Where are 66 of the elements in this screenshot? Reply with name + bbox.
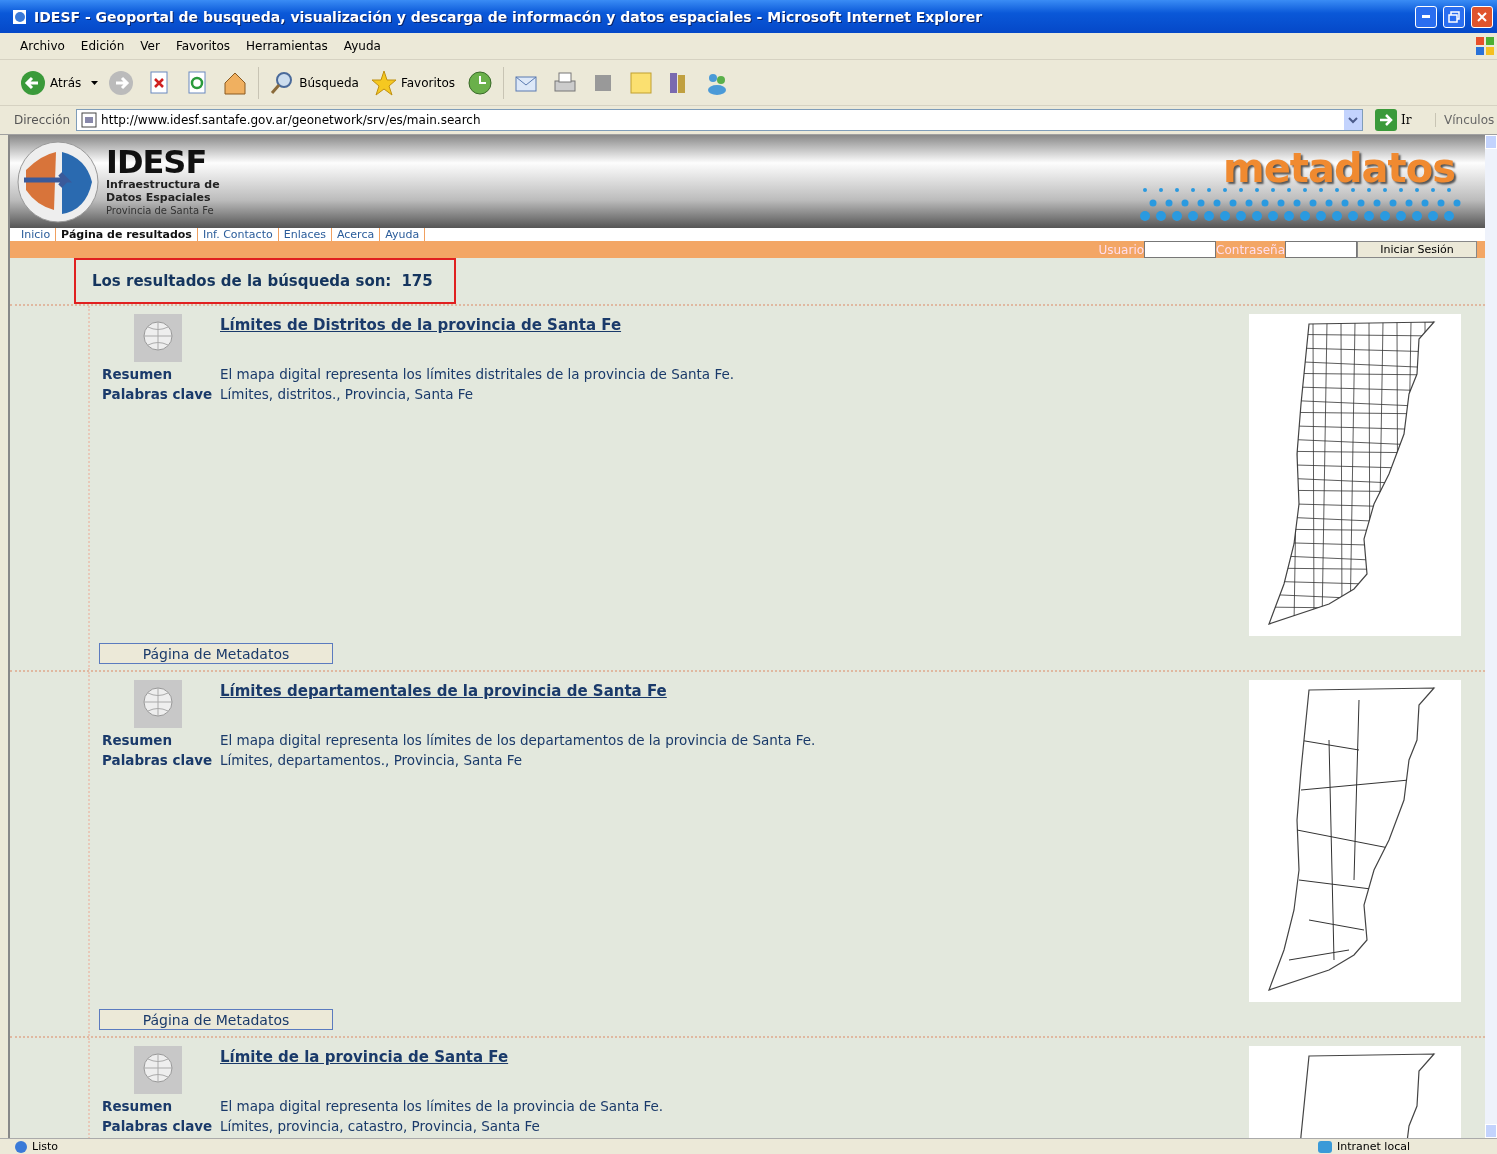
history-icon — [467, 69, 494, 96]
go-button[interactable]: Ir — [1369, 108, 1429, 132]
metadata-page-button[interactable]: Página de Metadatos — [99, 643, 333, 664]
close-icon — [1476, 10, 1488, 23]
status-text: Listo — [32, 1141, 58, 1152]
globe-logo-icon — [16, 139, 100, 224]
logo-subtitle: Datos Espaciales — [106, 191, 212, 204]
login-button[interactable]: Iniciar Sesión — [1357, 241, 1477, 258]
minimize-icon — [1422, 15, 1430, 18]
summary-text: El mapa digital representa los límites de los departamentos de la provincia de Santa Fe. — [220, 732, 816, 748]
menu-item[interactable]: Edición — [72, 39, 133, 53]
summary-label: Resumen — [102, 366, 174, 382]
zone-icon — [1317, 1139, 1333, 1154]
keywords-text: Límites, provincia, catastro, Provincia, Santa Fe — [220, 1118, 540, 1134]
keywords-text: Límites, distritos., Provincia, Santa Fe — [220, 386, 474, 402]
globe-icon — [134, 314, 182, 362]
summary-label: Resumen — [102, 1098, 174, 1114]
result-title-link[interactable]: Límites departamentales de la provincia de Santa Fe — [220, 682, 667, 700]
menu-item[interactable]: Archivo — [12, 39, 73, 53]
result-title-link[interactable]: Límites de Distritos de la provincia de Santa Fe — [220, 316, 622, 334]
logo-subtitle: Infraestructura de — [106, 178, 220, 191]
dropdown-caret-icon[interactable] — [1344, 110, 1362, 130]
menu-item[interactable]: Favoritos — [167, 39, 239, 53]
summary-label: Resumen — [102, 732, 174, 748]
restore-icon — [1448, 10, 1460, 23]
minimize-button[interactable] — [1415, 5, 1437, 28]
search-button[interactable]: Búsqueda — [267, 69, 361, 96]
result-title-link[interactable]: Límite de la provincia de Santa Fe — [220, 1048, 509, 1066]
page-icon — [81, 112, 98, 128]
summary-text: El mapa digital representa los límites de la provincia de Santa Fe. — [220, 1098, 664, 1114]
metadata-page-button[interactable]: Página de Metadatos — [99, 1009, 333, 1030]
logo-title: IDESF — [106, 146, 207, 178]
zone-text: Intranet local — [1337, 1141, 1411, 1152]
page-status-icon — [14, 1139, 28, 1154]
logo-caption: Provincia de Santa Fe — [106, 204, 215, 217]
results-summary-text: Los resultados de la búsqueda son: — [92, 272, 392, 290]
restore-button[interactable] — [1443, 5, 1465, 28]
password-field[interactable] — [1285, 241, 1357, 258]
keywords-text: Límites, departamentos., Provincia, Santa Fe — [220, 752, 523, 768]
keywords-label: Palabras clave — [102, 752, 214, 768]
password-label: Contraseña — [1216, 242, 1285, 257]
keywords-label: Palabras clave — [102, 386, 214, 402]
back-button[interactable]: Atrás — [18, 69, 84, 96]
username-field[interactable] — [1144, 241, 1217, 258]
windows-flag-icon — [1475, 36, 1495, 56]
globe-icon — [134, 680, 182, 728]
favorites-button[interactable]: Favoritos — [368, 69, 458, 96]
summary-text: El mapa digital representa los límites distritales de la provincia de Santa Fe. — [220, 366, 734, 382]
star-icon — [370, 69, 397, 96]
address-label: Dirección — [14, 113, 71, 127]
close-button[interactable] — [1471, 5, 1493, 28]
menu-item[interactable]: Ayuda — [335, 39, 389, 53]
caret-icon[interactable] — [91, 80, 99, 85]
browser-page-icon — [12, 8, 28, 25]
note-icon — [628, 69, 655, 96]
menu-item[interactable]: Ver — [132, 39, 168, 53]
username-label: Usuario — [1098, 242, 1145, 257]
links-label[interactable]: Vínculos — [1435, 113, 1493, 127]
scrollbar[interactable] — [1485, 135, 1497, 1138]
banner-logo-text: metadatos — [1223, 145, 1455, 191]
keywords-label: Palabras clave — [102, 1118, 214, 1134]
address-field[interactable]: http://www.idesf.santafe.gov.ar/geonetwork/srv/es/main.search — [76, 109, 1363, 131]
menu-item[interactable]: Herramientas — [238, 39, 336, 53]
window-title: IDESF - Geoportal de busqueda, visualización y descarga de informacón y datos espaciales - Microsoft Internet Explorer — [34, 8, 984, 25]
results-count: 175 — [401, 272, 433, 290]
globe-icon — [134, 1046, 182, 1094]
